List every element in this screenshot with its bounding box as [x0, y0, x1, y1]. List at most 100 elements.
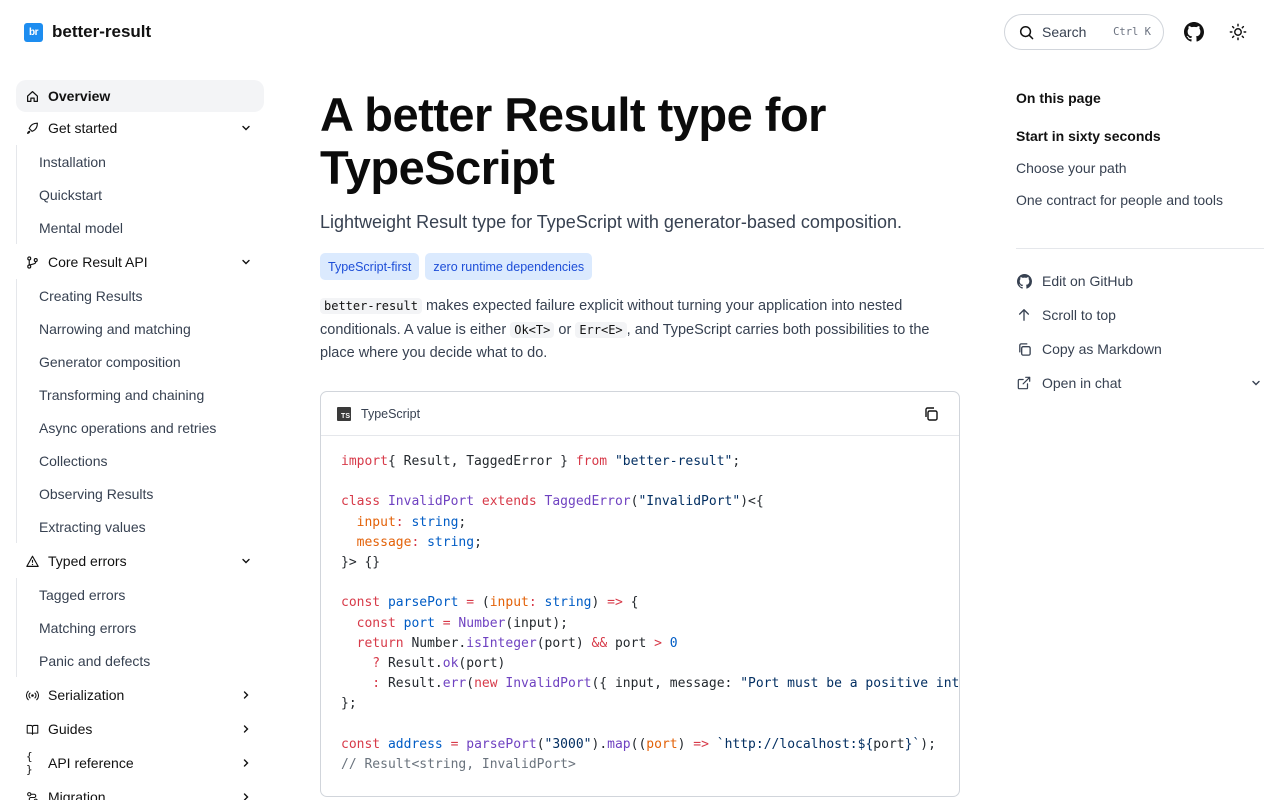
code-line: message: string; [341, 533, 939, 553]
edit-on-github-link[interactable]: Edit on GitHub [1016, 271, 1264, 291]
code-token: new [474, 676, 498, 692]
code-line: }; [341, 694, 939, 714]
sidebar-subitem[interactable]: Collections [16, 444, 264, 477]
sidebar-item-label: Core Result API [48, 254, 148, 270]
sidebar-item-core-result-api[interactable]: Core Result API [16, 246, 264, 278]
code-token: (port) [458, 656, 506, 672]
sidebar-item-overview[interactable]: Overview [16, 80, 264, 112]
code-line: : Result.err(new InvalidPort({ input, me… [341, 674, 959, 694]
intro-paragraph: better-result makes expected failure exp… [320, 295, 960, 366]
search-button[interactable]: Search Ctrl K [1004, 14, 1164, 50]
copy-icon[interactable] [923, 406, 939, 422]
code-token: Result. [380, 676, 443, 692]
page-subtitle: Lightweight Result type for TypeScript w… [320, 212, 902, 232]
sidebar-subitem[interactable]: Observing Results [16, 477, 264, 510]
code-token: Number [450, 615, 506, 631]
search-shortcut: Ctrl K [1113, 26, 1151, 38]
sidebar-subitem[interactable]: Mental model [16, 211, 264, 244]
sidebar-subitem[interactable]: Quickstart [16, 178, 264, 211]
code-token: Result. [380, 656, 443, 672]
code-token: ({ input, message: [591, 676, 741, 692]
chevron-right-icon [243, 725, 249, 733]
code-token: `http://localhost:${ [708, 736, 874, 752]
sidebar-item-migration[interactable]: Migration [16, 781, 264, 800]
search-label: Search [1042, 24, 1087, 40]
site-name: better-result [52, 22, 152, 41]
sidebar-item-guides[interactable]: Guides [16, 713, 264, 745]
code-block-header: TS TypeScript [321, 392, 959, 436]
sidebar-item-api-reference[interactable]: { } API reference [16, 747, 264, 779]
code-token: port [646, 736, 678, 752]
code-token: ; [732, 454, 741, 469]
code-line: const parsePort = (input: string) => { [341, 593, 939, 613]
code-line: class InvalidPort extends TaggedError("I… [341, 492, 939, 512]
action-label: Edit on GitHub [1042, 273, 1134, 289]
toc-item-one-contract[interactable]: One contract for people and tools [1016, 192, 1223, 208]
sidebar-subitem[interactable]: Matching errors [16, 611, 264, 644]
inline-code: Err<E> [575, 321, 627, 338]
code-token: ( [466, 676, 475, 692]
code-token: = [458, 595, 475, 611]
code-token: "better-result" [607, 454, 733, 469]
chevron-down-icon [242, 259, 250, 265]
copy-icon [1016, 341, 1032, 357]
code-token: "Port must be a positive integer" [740, 676, 960, 692]
badge: zero runtime dependencies [425, 253, 593, 280]
code-token: TaggedError [536, 494, 631, 510]
home-icon [26, 90, 39, 103]
code-block: TS TypeScript import{ Result, TaggedErro… [320, 391, 960, 797]
code-token: : [528, 595, 537, 611]
copy-as-markdown-button[interactable]: Copy as Markdown [1016, 339, 1264, 359]
code-token: class [341, 494, 381, 510]
toc-item-choose-path[interactable]: Choose your path [1016, 160, 1127, 176]
sun-icon[interactable] [1227, 21, 1249, 43]
code-token: 0 [661, 635, 678, 651]
sidebar-item-typed-errors[interactable]: Typed errors [16, 545, 264, 577]
sidebar-nav: Overview Get started Installation Quicks… [16, 80, 264, 800]
code-token: err [442, 676, 467, 692]
chevron-down-icon [242, 125, 250, 131]
open-in-chat-button[interactable]: Open in chat [1016, 373, 1264, 393]
code-token: : [395, 514, 404, 530]
page-title: A better Result type for TypeScript [320, 88, 826, 194]
sidebar-item-get-started[interactable]: Get started [16, 112, 264, 144]
toc-item-start[interactable]: Start in sixty seconds [1016, 128, 1161, 144]
sidebar-subitem[interactable]: Creating Results [16, 279, 264, 312]
code-line: const port = Number(input); [341, 614, 939, 634]
sidebar-subitem[interactable]: Async operations and retries [16, 411, 264, 444]
site-logo[interactable]: br better-result [24, 22, 151, 42]
sidebar-item-label: API reference [48, 755, 134, 771]
chevron-down-icon [242, 558, 250, 564]
sidebar-subitem[interactable]: Extracting values [16, 510, 264, 543]
code-token: => [607, 595, 623, 611]
sidebar-group-get-started: Installation Quickstart Mental model [16, 145, 264, 244]
code-token: string [403, 514, 459, 530]
action-label: Open in chat [1042, 375, 1122, 391]
code-line: // Result<string, InvalidPort> [341, 755, 939, 775]
code-token: // Result<string, InvalidPort> [341, 757, 576, 773]
code-token: input [489, 595, 529, 611]
chevron-right-icon [243, 759, 249, 767]
code-token: import [341, 454, 388, 469]
code-line: input: string; [341, 513, 939, 533]
sidebar-subitem[interactable]: Tagged errors [16, 578, 264, 611]
github-icon[interactable] [1183, 21, 1205, 43]
scroll-to-top-button[interactable]: Scroll to top [1016, 305, 1264, 325]
sidebar-item-serialization[interactable]: Serialization [16, 679, 264, 711]
badge: TypeScript-first [320, 253, 420, 280]
sidebar-subitem[interactable]: Panic and defects [16, 644, 264, 677]
code-token: ; [458, 514, 467, 530]
chevron-down-icon [1252, 380, 1260, 386]
code-content: import{ Result, TaggedError } from "bett… [321, 436, 959, 791]
sidebar-subitem[interactable]: Narrowing and matching [16, 312, 264, 345]
code-token: { Result, TaggedError } [387, 454, 576, 469]
sidebar-subitem[interactable]: Transforming and chaining [16, 378, 264, 411]
sidebar-subitem[interactable]: Generator composition [16, 345, 264, 378]
code-token: extends [474, 494, 537, 510]
braces-icon: { } [26, 750, 33, 776]
broadcast-icon [26, 689, 39, 702]
sidebar-subitem[interactable]: Installation [16, 145, 264, 178]
code-token: ). [591, 736, 608, 752]
search-icon [1019, 25, 1034, 39]
